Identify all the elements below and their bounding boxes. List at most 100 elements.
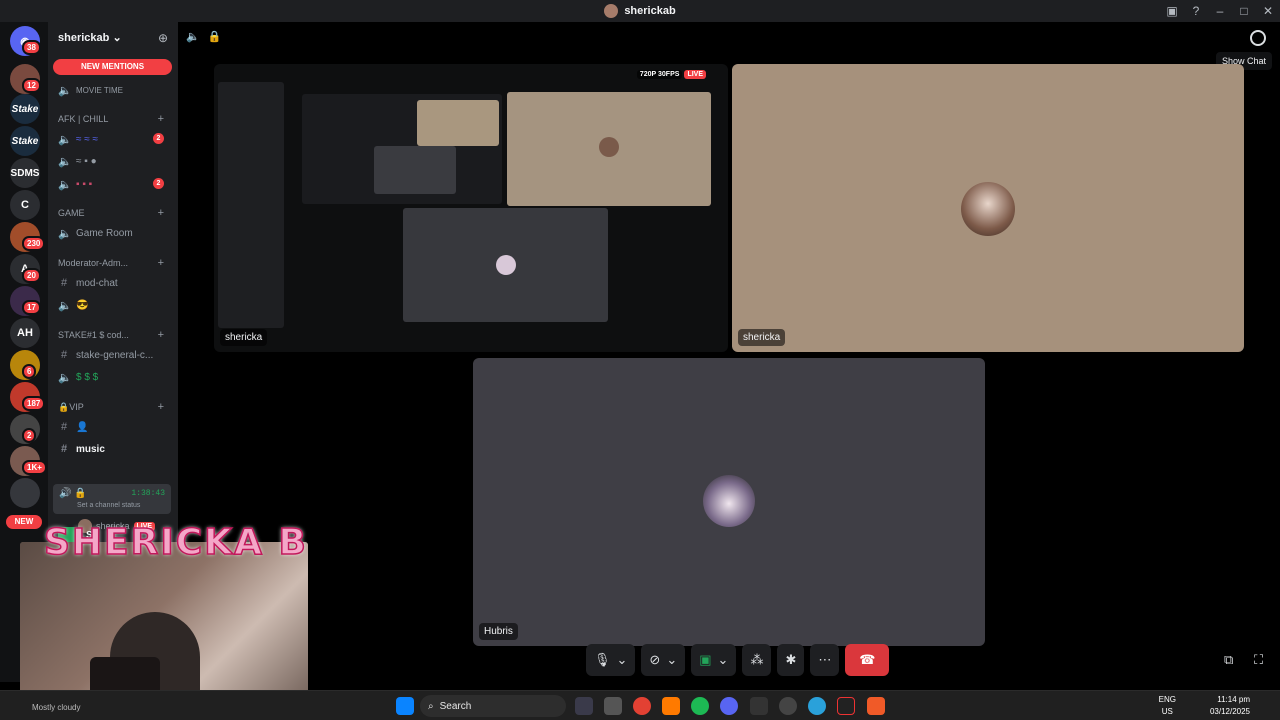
- language-code: ENG: [1158, 695, 1176, 704]
- channel-label: MOVIE TIME: [76, 86, 123, 95]
- voice-channel[interactable]: 🔈 ▪ ▪ ▪: [58, 178, 92, 191]
- channel-movie-time[interactable]: 🔈 MOVIE TIME: [58, 84, 123, 97]
- close-icon[interactable]: ✕: [1256, 4, 1280, 18]
- server-icon-stake-2[interactable]: Stake: [10, 126, 40, 156]
- channel-label: mod-chat: [76, 277, 118, 289]
- avatar: [703, 475, 755, 527]
- participant-tile[interactable]: Hubris: [473, 358, 985, 646]
- server-name[interactable]: sherickab ⌄: [58, 31, 122, 44]
- guild-badge: 230: [22, 236, 46, 251]
- fullscreen-icon[interactable]: ⛶: [1254, 652, 1263, 668]
- soundboard-icon: ✱: [785, 652, 797, 667]
- spotify-icon[interactable]: [691, 697, 709, 715]
- live-badge: LIVE: [684, 70, 706, 79]
- add-channel-icon[interactable]: +: [158, 207, 164, 219]
- search-icon: ⌕: [428, 700, 434, 712]
- app-icon[interactable]: [662, 697, 680, 715]
- camera-off-icon: ⊘: [649, 652, 661, 667]
- microphone-button[interactable]: 🎙 ⌄: [586, 644, 636, 676]
- guild-badge: 20: [22, 268, 41, 283]
- text-channel-stake-general[interactable]: # stake-general-c...: [58, 349, 153, 361]
- system-clock[interactable]: 11:14 pm 03/12/2025: [1210, 694, 1250, 718]
- channel-status[interactable]: Set a channel status: [77, 502, 140, 509]
- app-icon[interactable]: [837, 697, 855, 715]
- hashtag-icon: #: [60, 421, 68, 433]
- add-channel-icon[interactable]: +: [158, 401, 164, 413]
- text-channel[interactable]: # 👤: [58, 421, 89, 433]
- speaker-icon: 🔊 🔒: [59, 488, 87, 499]
- text-channel-music[interactable]: # music: [58, 443, 105, 455]
- new-pill[interactable]: NEW: [6, 515, 42, 529]
- guild-badge: 187: [22, 396, 46, 411]
- speaker-icon: 🔈: [58, 156, 72, 168]
- minimize-icon[interactable]: –: [1208, 4, 1232, 18]
- camera-button[interactable]: ⊘ ⌄: [641, 644, 686, 676]
- add-channel-icon[interactable]: +: [158, 113, 164, 125]
- quality-label: 720P 30FPS: [636, 70, 683, 79]
- add-channel-icon[interactable]: +: [158, 329, 164, 341]
- voice-channel[interactable]: 🔈 ≈ ▪ ●: [58, 155, 97, 168]
- language-indicator[interactable]: ENG US: [1159, 694, 1176, 718]
- brave-icon[interactable]: [867, 697, 885, 715]
- stream-tile[interactable]: 720P 30FPS LIVE shericka: [214, 64, 728, 352]
- guild-badge: 38: [22, 40, 41, 55]
- participant-name: shericka: [738, 329, 786, 346]
- unread-badge: 2: [153, 133, 164, 144]
- participant-tile[interactable]: shericka: [732, 64, 1244, 352]
- taskbar-search[interactable]: ⌕ Search: [420, 695, 566, 717]
- server-icon-stake[interactable]: Stake: [10, 94, 40, 124]
- pop-out-icon[interactable]: ⧉: [1224, 652, 1233, 668]
- voice-channel[interactable]: 🔈 ≈ ≈ ≈: [58, 133, 98, 146]
- soundboard-button[interactable]: ✱: [777, 644, 805, 676]
- speaker-icon: 🔈: [58, 372, 72, 384]
- new-mentions-button[interactable]: NEW MENTIONS: [53, 59, 172, 75]
- lock-icon: 🔒: [207, 31, 222, 43]
- telegram-icon[interactable]: [808, 697, 826, 715]
- add-channel-icon[interactable]: +: [158, 257, 164, 269]
- more-button[interactable]: ⋯: [810, 644, 840, 676]
- text-channel-mod-chat[interactable]: # mod-chat: [58, 277, 118, 289]
- category-vip[interactable]: 🔒VIP: [58, 402, 84, 413]
- server-icon-sdms[interactable]: SDMS: [10, 158, 40, 188]
- category-moderator[interactable]: Moderator-Adm...: [58, 258, 128, 268]
- disconnect-button[interactable]: ☎: [845, 644, 890, 676]
- category-game[interactable]: GAME: [58, 208, 85, 218]
- add-member-icon[interactable]: ⊕: [158, 31, 168, 45]
- category-stake[interactable]: STAKE#1 $ cod...: [58, 330, 129, 340]
- call-header: 🔈 🔒: [186, 30, 221, 43]
- app-icon[interactable]: [604, 697, 622, 715]
- call-stage: 🔈 🔒 Show Chat 720P 30FPS LIVE shericka she…: [178, 22, 1280, 682]
- active-voice-channel[interactable]: 🔊 🔒 1:38:43 Set a channel status: [53, 484, 171, 514]
- help-icon[interactable]: ?: [1184, 4, 1208, 18]
- inbox-icon[interactable]: ▣: [1160, 4, 1184, 18]
- search-label: Search: [439, 700, 472, 712]
- app-icon[interactable]: [575, 697, 593, 715]
- taskbar: Mostly cloudy ⌕ Search ENG US 11:14 pm 03/1…: [0, 690, 1280, 720]
- category-afk[interactable]: AFK | CHILL: [58, 114, 108, 124]
- server-icon[interactable]: [10, 478, 40, 508]
- call-timer: 1:38:43: [131, 489, 165, 498]
- speaker-icon: 🔈: [58, 179, 72, 191]
- activities-button[interactable]: ⁂: [742, 644, 772, 676]
- app-icon[interactable]: [750, 697, 768, 715]
- chrome-icon[interactable]: [633, 697, 651, 715]
- screen-share-button[interactable]: ▣ ⌄: [691, 644, 737, 676]
- server-icon-c[interactable]: C: [10, 190, 40, 220]
- chevron-down-icon: ⌄: [717, 652, 729, 667]
- discord-icon[interactable]: [720, 697, 738, 715]
- stream-quality: 720P 30FPS LIVE: [636, 70, 706, 79]
- voice-channel[interactable]: 🔈 😎: [58, 299, 88, 312]
- lock-icon: 🔒: [58, 402, 70, 412]
- app-icon[interactable]: [779, 697, 797, 715]
- voice-channel[interactable]: 🔈 $ $ $: [58, 371, 98, 384]
- show-chat-button[interactable]: [1250, 30, 1266, 46]
- avatar: [961, 182, 1015, 236]
- server-icon-ah[interactable]: AH: [10, 318, 40, 348]
- guild-badge: 12: [22, 78, 41, 93]
- maximize-icon[interactable]: □: [1232, 4, 1256, 18]
- voice-channel-game-room[interactable]: 🔈 Game Room: [58, 227, 133, 240]
- speaker-icon: 🔈: [58, 85, 72, 97]
- hashtag-icon: #: [60, 277, 68, 289]
- weather-widget[interactable]: Mostly cloudy: [32, 703, 80, 712]
- windows-start-icon[interactable]: [396, 697, 414, 715]
